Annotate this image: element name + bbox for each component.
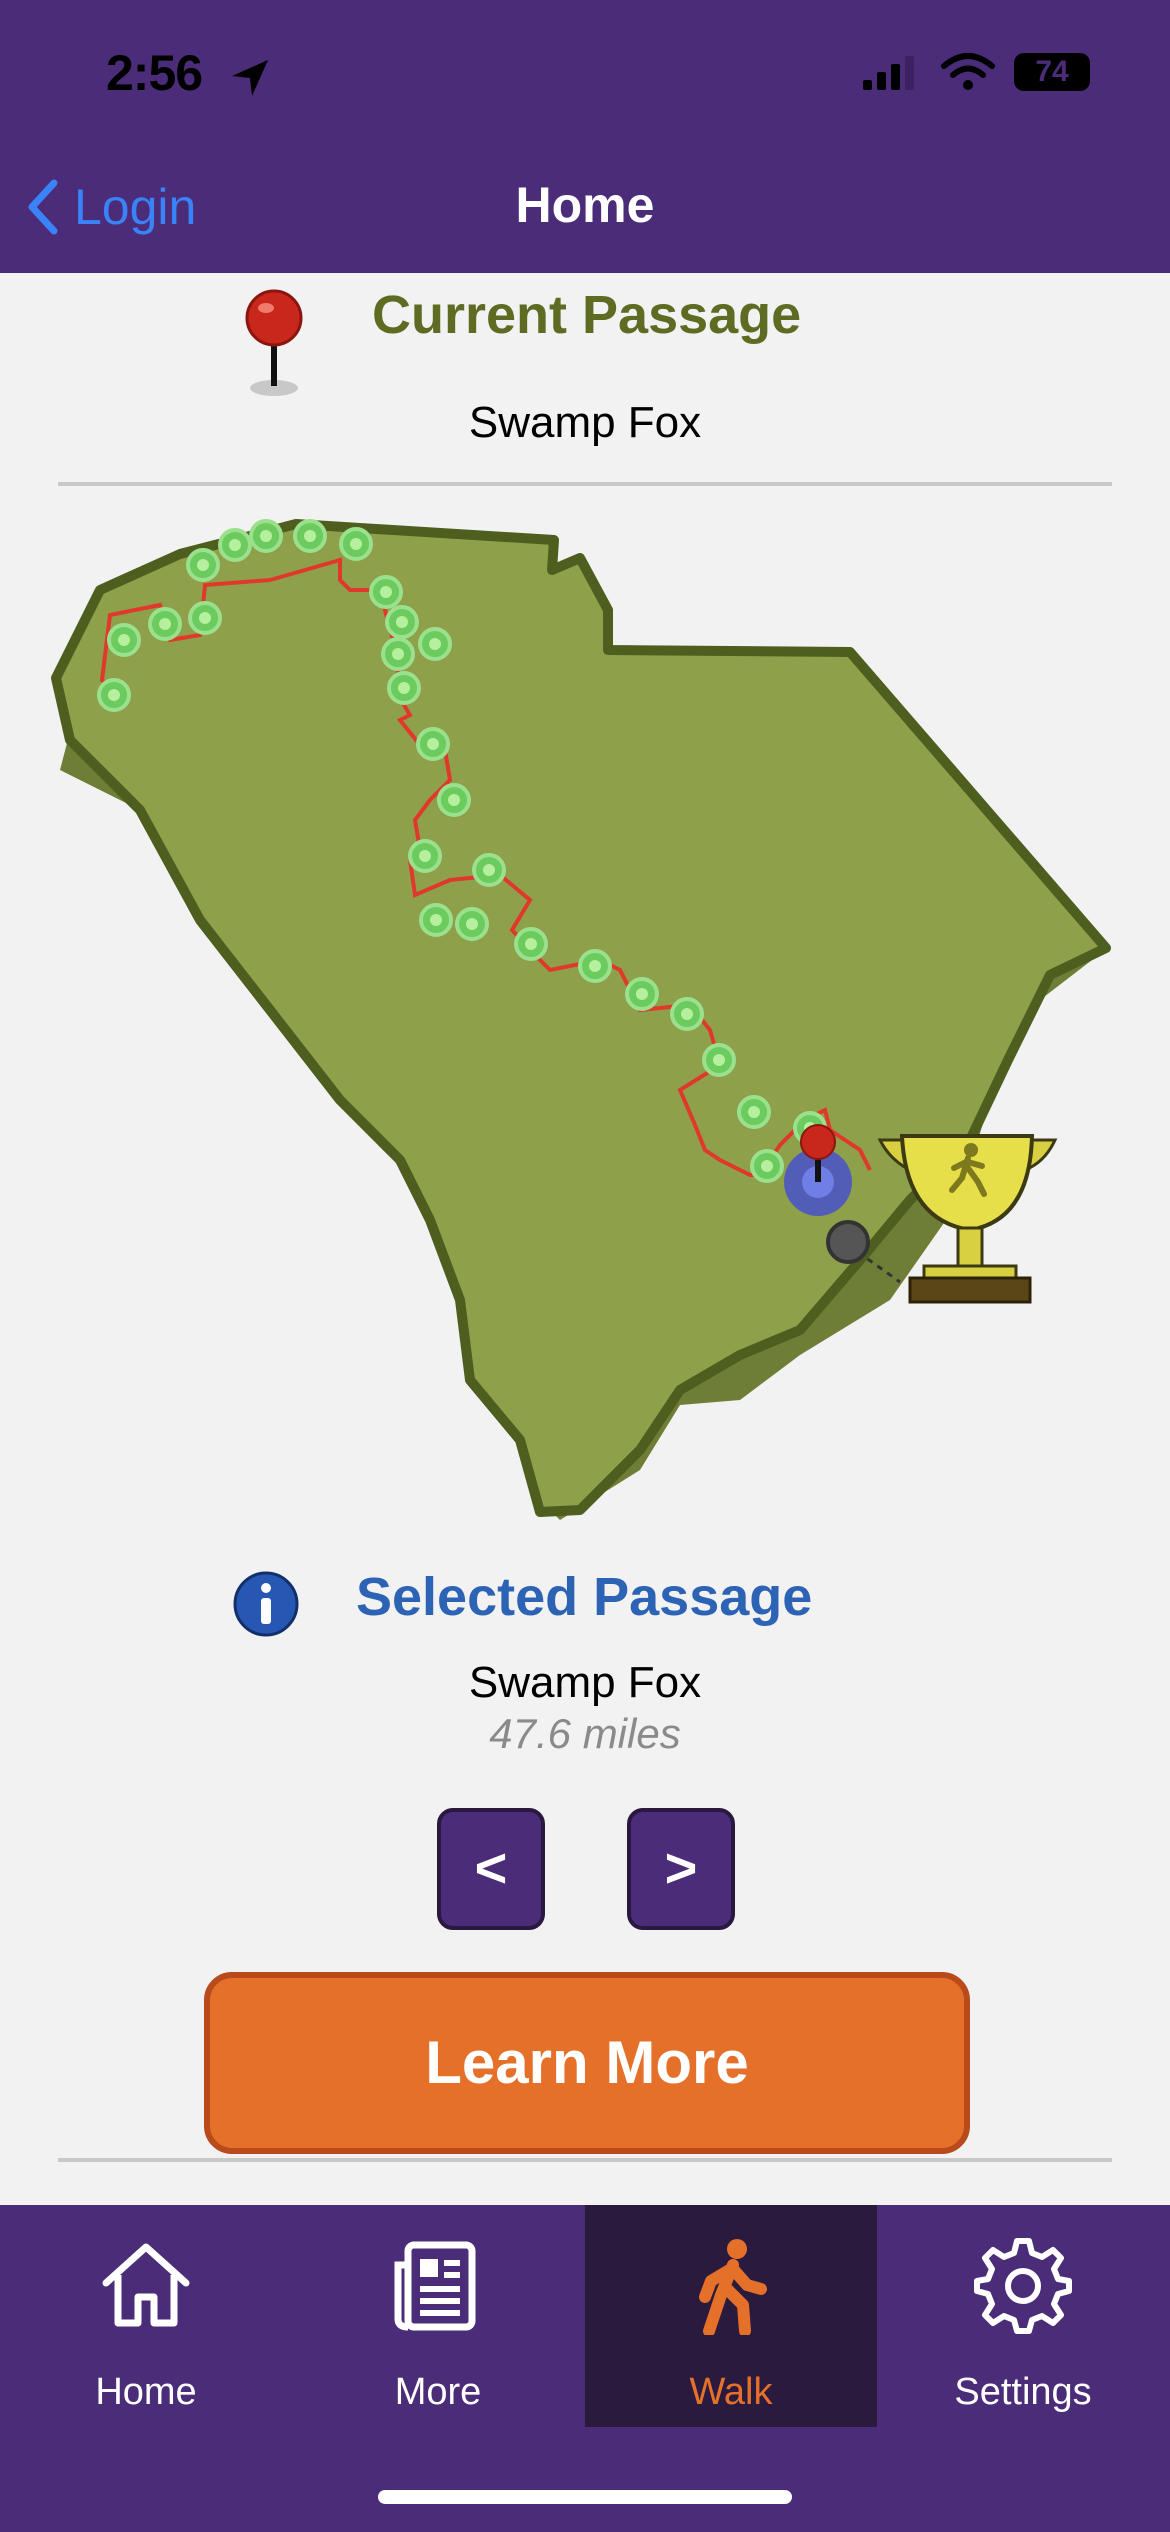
tab-home[interactable]: Home xyxy=(0,2205,292,2427)
tab-bar: Home More Walk Settings xyxy=(0,2205,1170,2532)
current-passage-name: Swamp Fox xyxy=(468,398,702,447)
signal-icon xyxy=(863,56,915,90)
tab-more[interactable]: More xyxy=(292,2205,584,2427)
tab-settings[interactable]: Settings xyxy=(877,2205,1169,2427)
gear-icon xyxy=(974,2238,1072,2334)
location-arrow-icon xyxy=(232,60,268,96)
current-passage-title: Current Passage xyxy=(372,285,802,345)
page-title: Home xyxy=(515,177,655,233)
wifi-icon xyxy=(940,53,995,90)
selected-passage-distance: 47.6 miles xyxy=(489,1710,681,1757)
home-indicator xyxy=(378,2490,792,2504)
tab-label: Walk xyxy=(689,2371,773,2413)
divider xyxy=(58,2158,1112,2162)
learn-more-button[interactable]: Learn More xyxy=(204,1972,970,2154)
info-icon xyxy=(233,1571,299,1637)
previous-passage-button[interactable]: < xyxy=(437,1808,545,1930)
state-outline xyxy=(51,519,1111,1517)
map-pin-icon xyxy=(245,289,303,396)
divider xyxy=(58,482,1112,486)
tab-label: Settings xyxy=(954,2371,1092,2413)
house-icon xyxy=(102,2243,190,2327)
tab-label: Home xyxy=(95,2371,197,2413)
newspaper-icon xyxy=(394,2241,476,2331)
selected-passage-title: Selected Passage xyxy=(356,1567,813,1627)
next-passage-marker[interactable] xyxy=(826,1220,870,1264)
tab-label: More xyxy=(394,2371,482,2413)
selected-passage-name: Swamp Fox xyxy=(468,1658,702,1707)
tab-walk[interactable]: Walk xyxy=(585,2205,877,2427)
app-header: 2:56 74 Login Home xyxy=(0,0,1170,273)
next-passage-button[interactable]: > xyxy=(627,1808,735,1930)
battery-indicator: 74 xyxy=(1014,53,1090,91)
state-trail-map[interactable] xyxy=(40,500,1120,1540)
battery-level: 74 xyxy=(1035,55,1069,88)
status-time: 2:56 xyxy=(106,45,203,101)
walking-person-icon xyxy=(699,2239,767,2335)
status-icons: 74 xyxy=(861,52,1090,92)
